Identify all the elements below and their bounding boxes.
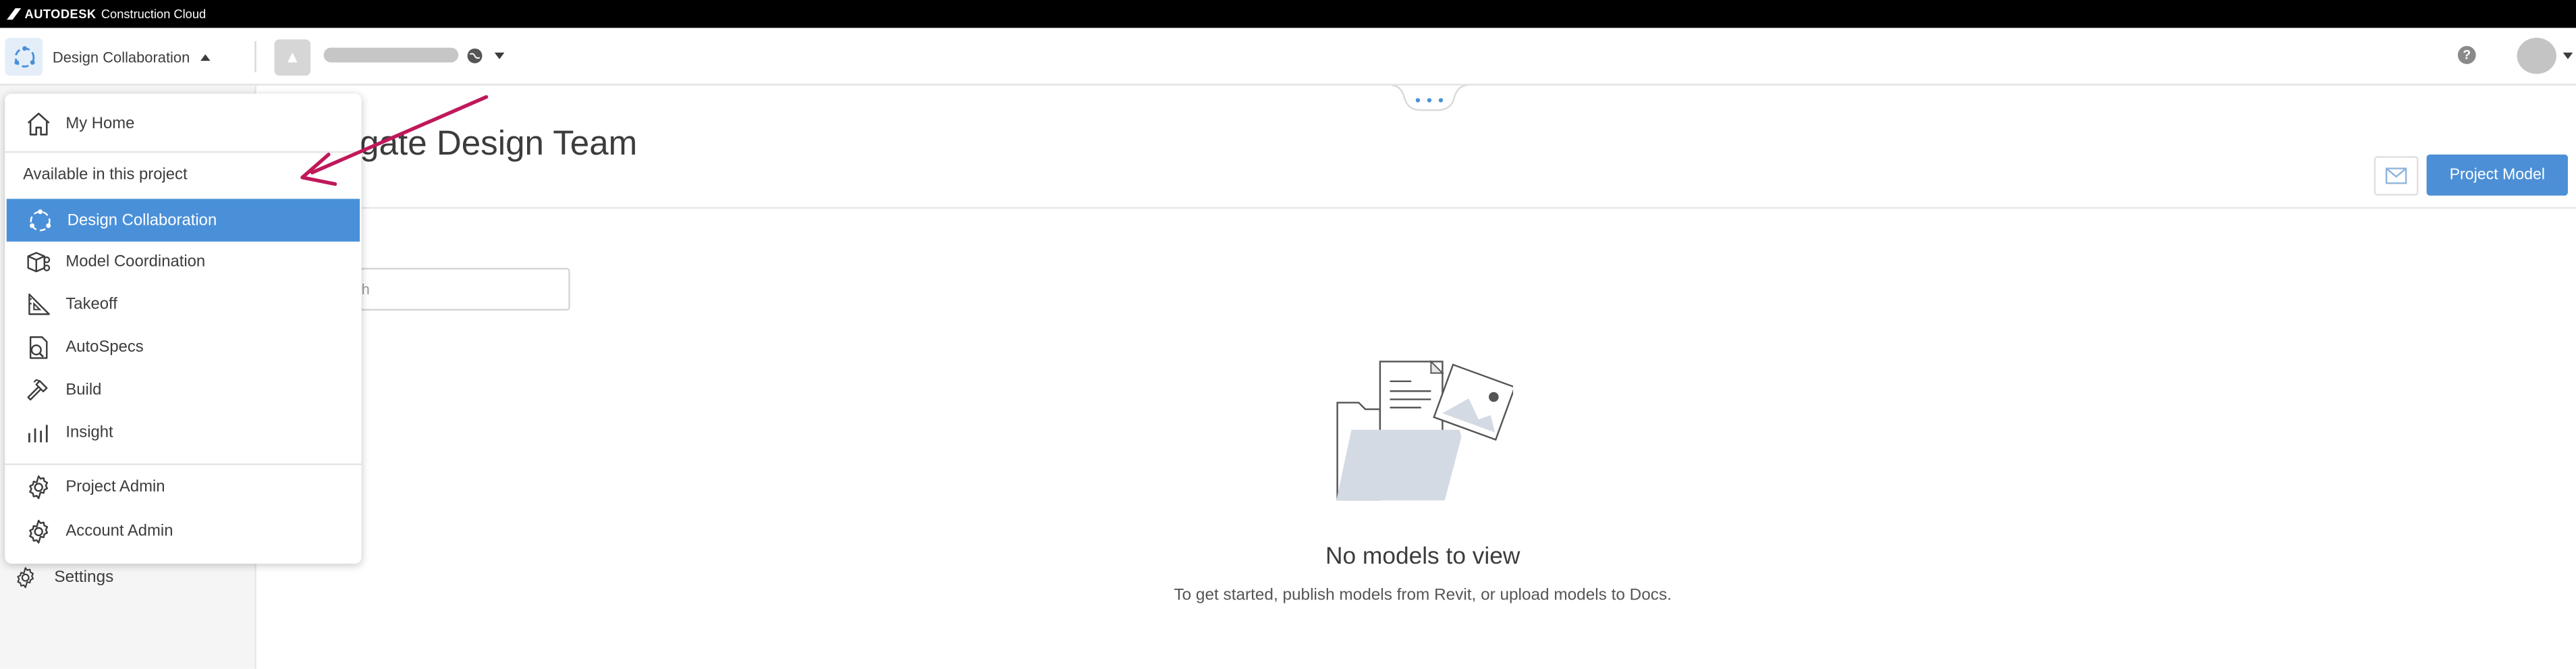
nav-divider — [254, 41, 256, 73]
top-nav: Design Collaboration ? — [0, 28, 2576, 86]
menu-item-project-admin-label: Project Admin — [65, 478, 165, 497]
design-collaboration-icon — [30, 208, 51, 231]
search-input-text: h — [361, 281, 370, 298]
menu-item-autospecs-label: AutoSpecs — [65, 338, 144, 357]
home-icon — [27, 112, 50, 136]
gear-icon — [29, 519, 49, 544]
menu-item-model-coordination-label: Model Coordination — [65, 252, 206, 271]
caret-up-icon — [199, 53, 210, 60]
search-input[interactable]: h — [360, 267, 570, 311]
project-icon — [287, 52, 298, 63]
menu-item-design-collaboration-label: Design Collaboration — [67, 211, 217, 230]
menu-item-account-admin[interactable]: Account Admin — [5, 511, 361, 552]
module-switcher-label: Design Collaboration — [52, 48, 190, 65]
app-root: AUTODESK Construction Cloud Design Colla… — [0, 0, 2576, 669]
menu-section-label: Available in this project — [23, 165, 188, 184]
autodesk-logo-icon — [7, 8, 22, 20]
email-button[interactable] — [2374, 156, 2419, 196]
menu-divider — [5, 463, 362, 465]
empty-state-title: No models to view — [1325, 543, 1520, 570]
globe-icon — [467, 48, 483, 63]
menu-item-project-admin[interactable]: Project Admin — [5, 466, 361, 508]
chevron-down-icon[interactable] — [494, 52, 505, 59]
gear-icon — [29, 475, 49, 500]
menu-item-build-label: Build — [65, 381, 102, 400]
project-model-button[interactable]: Project Model — [2426, 154, 2568, 196]
annotation-arrow-icon — [300, 95, 489, 186]
gear-icon — [17, 567, 34, 589]
menu-item-insight-label: Insight — [65, 424, 113, 442]
help-icon[interactable]: ? — [2457, 46, 2476, 64]
empty-state-subtitle: To get started, publish models from Revi… — [1174, 587, 1672, 605]
avatar[interactable] — [2517, 37, 2556, 74]
menu-item-build[interactable]: Build — [5, 370, 361, 411]
header-divider — [256, 207, 2576, 209]
takeoff-icon — [28, 293, 50, 315]
autospecs-icon — [29, 336, 48, 359]
bar-chart-icon — [28, 425, 48, 443]
project-thumbnail[interactable] — [274, 39, 311, 76]
menu-item-insight[interactable]: Insight — [5, 412, 361, 454]
menu-item-takeoff-label: Takeoff — [65, 296, 117, 314]
menu-item-model-coordination[interactable]: Model Coordination — [5, 242, 361, 283]
envelope-icon — [2385, 167, 2407, 184]
menu-item-autospecs[interactable]: AutoSpecs — [5, 327, 361, 368]
menu-item-account-admin-label: Account Admin — [65, 523, 173, 541]
collapse-panel-handle[interactable] — [1391, 85, 1467, 112]
brand-product: Construction Cloud — [101, 6, 207, 22]
module-switcher[interactable]: Design Collaboration — [5, 37, 210, 76]
menu-item-my-home-label: My Home — [65, 115, 135, 134]
menu-item-takeoff[interactable]: Takeoff — [5, 284, 361, 325]
brand-bar: AUTODESK Construction Cloud — [0, 0, 2576, 28]
empty-folder-illustration — [1336, 360, 1514, 501]
sidebar-item-settings-label: Settings — [54, 568, 114, 587]
hammer-icon — [27, 379, 48, 401]
brand-company: AUTODESK — [24, 6, 97, 22]
menu-item-design-collaboration[interactable]: Design Collaboration — [6, 198, 360, 242]
sidebar-item-settings[interactable]: Settings — [13, 565, 113, 590]
model-coordination-icon — [27, 252, 51, 273]
avatar-chevron-down-icon[interactable] — [2563, 52, 2573, 59]
project-selector[interactable] — [323, 47, 459, 63]
design-collaboration-icon — [5, 37, 43, 76]
